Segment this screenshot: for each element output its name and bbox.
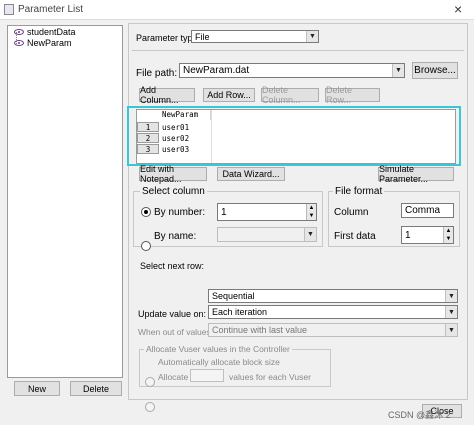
- tree-item-newparam[interactable]: NewParam: [14, 37, 72, 49]
- parameter-icon: [14, 40, 24, 46]
- update-value-value: Each iteration: [212, 307, 268, 317]
- file-path-label: File path:: [136, 68, 178, 79]
- next-row-value: Sequential: [212, 291, 255, 301]
- column-format-label: Column: [334, 207, 369, 218]
- when-out-select[interactable]: Continue with last value ▼: [208, 323, 458, 337]
- spin-up-icon[interactable]: ▲: [443, 227, 453, 235]
- update-value-label: Update value on:: [138, 309, 207, 319]
- highlight-box: [127, 106, 461, 166]
- allocate-title: Allocate Vuser values in the Controller: [144, 344, 292, 354]
- delete-column-button[interactable]: Delete Column...: [261, 85, 319, 105]
- allocate-suffix: values for each Vuser: [229, 372, 311, 382]
- file-path-combo[interactable]: NewParam.dat ▼: [179, 63, 405, 78]
- file-path-value: NewParam.dat: [183, 65, 250, 76]
- edit-with-notepad-button[interactable]: Edit with Notepad...: [139, 164, 207, 184]
- chevron-down-icon: ▼: [306, 31, 318, 42]
- watermark: CSDN @鑫沐 2: [388, 410, 451, 420]
- update-value-select[interactable]: Each iteration ▼: [208, 305, 458, 319]
- first-data-label: First data: [334, 231, 376, 242]
- parameter-type-select[interactable]: File ▼: [191, 30, 319, 43]
- add-column-button[interactable]: Add Column...: [139, 85, 195, 105]
- allocate-label: Allocate: [158, 372, 189, 382]
- parameter-tree[interactable]: [7, 25, 123, 378]
- file-format-title: File format: [333, 186, 385, 197]
- chevron-down-icon: ▼: [392, 64, 404, 77]
- first-data-stepper[interactable]: 1 ▲ ▼: [401, 226, 454, 244]
- by-number-radio[interactable]: [141, 207, 151, 217]
- auto-allocate-label: Automatically allocate block size: [158, 357, 280, 367]
- data-wizard-button[interactable]: Data Wizard...: [217, 167, 285, 181]
- select-next-row-label: Select next row:: [140, 261, 205, 271]
- select-next-row-select[interactable]: Sequential ▼: [208, 289, 458, 303]
- column-number-value: 1: [221, 207, 227, 218]
- select-column-title: Select column: [140, 186, 207, 197]
- browse-button[interactable]: Browse...: [412, 62, 458, 79]
- column-name-select[interactable]: ▼: [217, 227, 317, 242]
- first-data-value: 1: [405, 230, 411, 241]
- chevron-down-icon: ▼: [445, 324, 457, 336]
- add-row-button[interactable]: Add Row...: [203, 88, 255, 102]
- tree-item-label: studentData: [27, 27, 76, 37]
- by-name-radio[interactable]: [141, 241, 151, 251]
- tree-item-label: NewParam: [27, 38, 72, 48]
- auto-allocate-radio[interactable]: [145, 377, 155, 387]
- new-button[interactable]: New: [14, 381, 60, 396]
- spin-down-icon[interactable]: ▼: [443, 235, 453, 243]
- chevron-down-icon: ▼: [445, 290, 457, 302]
- when-out-value: Continue with last value: [212, 325, 308, 335]
- allocate-count-input[interactable]: [190, 369, 224, 382]
- column-number-stepper[interactable]: 1 ▲ ▼: [217, 203, 317, 221]
- column-delimiter-select[interactable]: Comma: [401, 203, 454, 218]
- chevron-down-icon: ▼: [445, 306, 457, 318]
- by-name-label: By name:: [154, 231, 197, 242]
- chevron-down-icon: ▼: [304, 228, 316, 241]
- window-title: Parameter List: [18, 4, 84, 15]
- spin-down-icon[interactable]: ▼: [306, 212, 316, 220]
- close-window-icon[interactable]: ×: [454, 1, 462, 17]
- when-out-label: When out of values:: [138, 327, 214, 337]
- spin-up-icon[interactable]: ▲: [306, 204, 316, 212]
- parameter-icon: [14, 29, 24, 35]
- by-number-label: By number:: [154, 207, 206, 218]
- delete-button[interactable]: Delete: [70, 381, 122, 396]
- parameter-type-value: File: [195, 31, 210, 42]
- delimiter-value: Comma: [405, 205, 441, 216]
- allocate-radio[interactable]: [145, 402, 155, 412]
- delete-row-button[interactable]: Delete Row...: [325, 85, 380, 105]
- simulate-parameter-button[interactable]: Simulate Parameter...: [378, 164, 454, 184]
- app-icon: [4, 4, 14, 15]
- divider: [132, 50, 464, 51]
